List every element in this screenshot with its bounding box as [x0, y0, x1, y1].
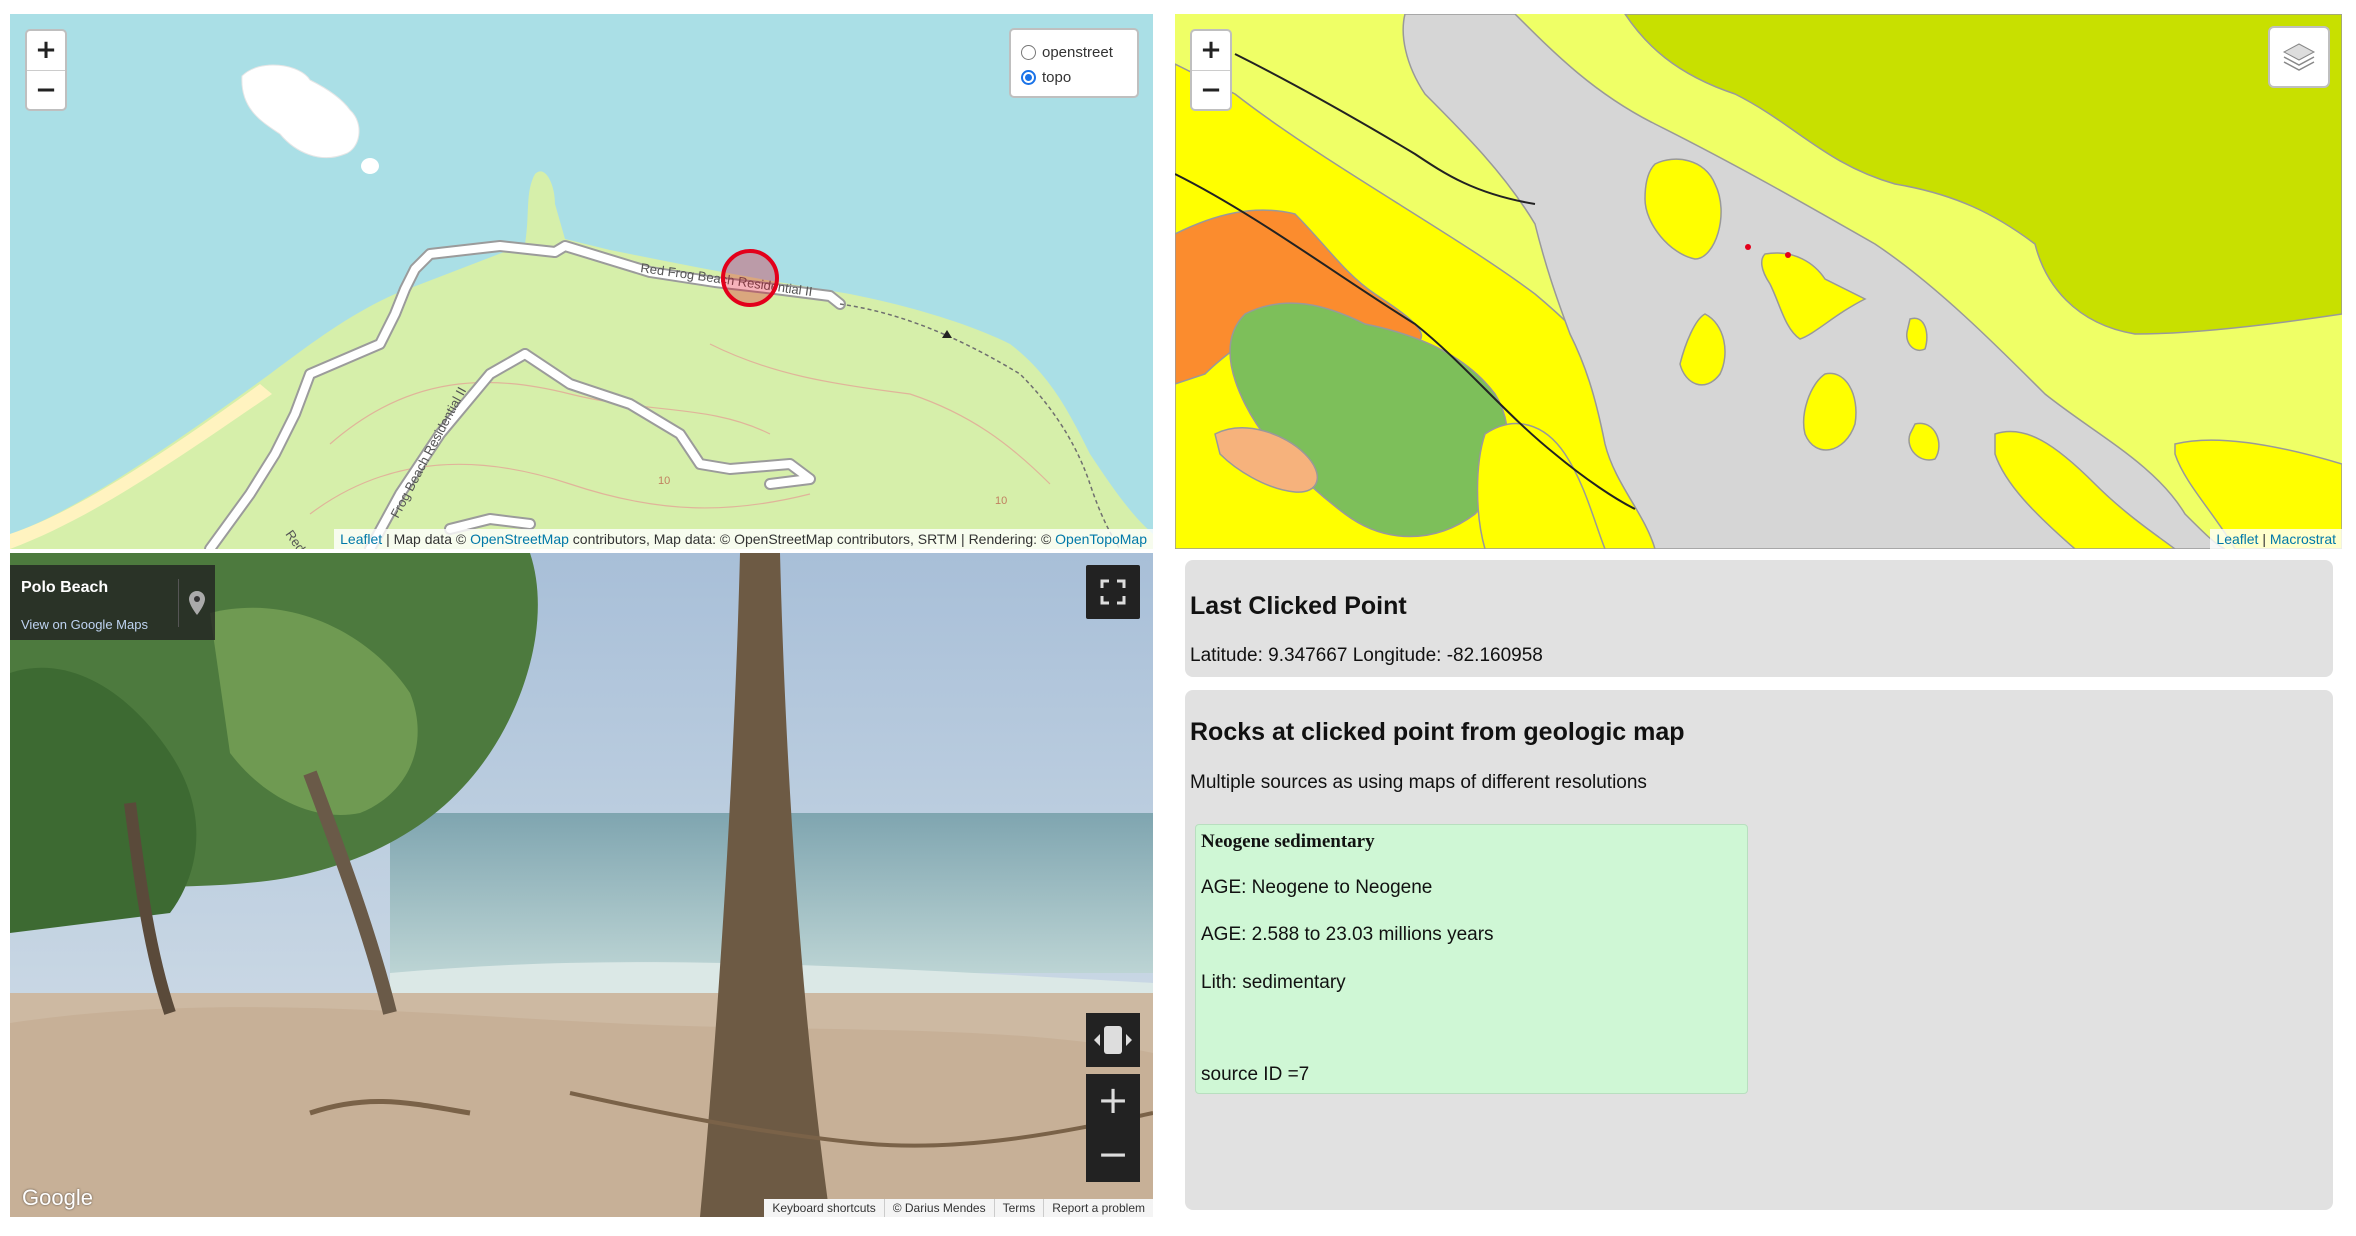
geo-zoom-control: + − [1190, 29, 1232, 111]
street-view-footer: Keyboard shortcuts © Darius Mendes Terms… [764, 1199, 1153, 1217]
street-view-zoom-control: + − [1086, 1074, 1140, 1182]
macrostrat-link[interactable]: Macrostrat [2270, 531, 2336, 547]
last-clicked-title: Last Clicked Point [1190, 592, 1407, 620]
last-clicked-card: Last Clicked Point Latitude: 9.347667 Lo… [1185, 560, 2333, 677]
zoom-out-button[interactable]: − [1086, 1128, 1140, 1182]
geologic-map-tiles [1175, 14, 2342, 549]
view-on-google-maps-link[interactable]: View on Google Maps [21, 617, 148, 632]
map-pin-button[interactable] [178, 579, 215, 627]
fullscreen-icon [1100, 579, 1126, 605]
last-clicked-coords: Latitude: 9.347667 Longitude: -82.160958 [1190, 645, 1543, 666]
zoom-in-button[interactable]: + [1086, 1074, 1140, 1128]
keyboard-shortcuts-link[interactable]: Keyboard shortcuts [764, 1199, 883, 1217]
geo-attribution: Leaflet | Macrostrat [2210, 529, 2342, 549]
contour-label: 10 [658, 475, 670, 487]
contour-label: 10 [995, 495, 1007, 507]
radio-openstreet[interactable] [1021, 45, 1036, 60]
rocks-card: Rocks at clicked point from geologic map… [1185, 690, 2333, 1210]
rock-age-range: AGE: 2.588 to 23.03 millions years [1201, 924, 1494, 945]
rocks-title: Rocks at clicked point from geologic map [1190, 718, 1685, 746]
copyright-text: © Darius Mendes [883, 1199, 994, 1217]
info-area: Last Clicked Point Latitude: 9.347667 Lo… [1185, 560, 2333, 1210]
layer-option-openstreet[interactable]: openstreet [1021, 40, 1127, 65]
layers-icon [2282, 43, 2316, 71]
topo-zoom-control: + − [25, 29, 67, 111]
opentopomap-link[interactable]: OpenTopoMap [1055, 531, 1147, 547]
layers-button[interactable] [2268, 26, 2330, 88]
street-view-info-box: Polo Beach View on Google Maps [10, 565, 215, 640]
layer-option-topo[interactable]: topo [1021, 65, 1127, 90]
zoom-in-button[interactable]: + [1192, 31, 1230, 70]
report-problem-link[interactable]: Report a problem [1043, 1199, 1153, 1217]
map-pin-icon [189, 591, 205, 615]
osm-link[interactable]: OpenStreetMap [470, 531, 569, 547]
rock-lith: Lith: sedimentary [1201, 972, 1346, 993]
terms-link[interactable]: Terms [993, 1199, 1044, 1217]
radio-topo[interactable] [1021, 70, 1036, 85]
rocks-subtitle: Multiple sources as using maps of differ… [1190, 772, 1647, 793]
rock-name: Neogene sedimentary [1201, 831, 1375, 852]
google-logo: Google [22, 1185, 93, 1210]
rock-unit-box: Neogene sedimentary AGE: Neogene to Neog… [1195, 824, 1748, 1094]
layer-switcher: openstreet topo [1009, 28, 1139, 98]
zoom-in-button[interactable]: + [27, 31, 65, 70]
leaflet-link[interactable]: Leaflet [2216, 531, 2258, 547]
topo-map-tiles: Red Frog Beach Residential II Frog Beach… [10, 14, 1153, 549]
zoom-out-button[interactable]: − [27, 70, 65, 109]
rotate-icon [1094, 1026, 1132, 1054]
zoom-out-button[interactable]: − [1192, 70, 1230, 109]
rock-age: AGE: Neogene to Neogene [1201, 877, 1433, 898]
geologic-map[interactable]: + − Leaflet | Macrostrat [1175, 14, 2342, 549]
topo-map[interactable]: Red Frog Beach Residential II Frog Beach… [10, 14, 1153, 549]
topo-attribution: Leaflet | Map data © OpenStreetMap contr… [334, 529, 1153, 549]
rock-source-id: source ID =7 [1201, 1064, 1310, 1085]
street-view-image [10, 553, 1153, 1217]
street-view[interactable]: Polo Beach View on Google Maps + − Googl… [10, 553, 1153, 1217]
fullscreen-button[interactable] [1086, 565, 1140, 619]
leaflet-link[interactable]: Leaflet [340, 531, 382, 547]
place-name: Polo Beach [21, 579, 109, 596]
rotate-control[interactable] [1086, 1013, 1140, 1067]
